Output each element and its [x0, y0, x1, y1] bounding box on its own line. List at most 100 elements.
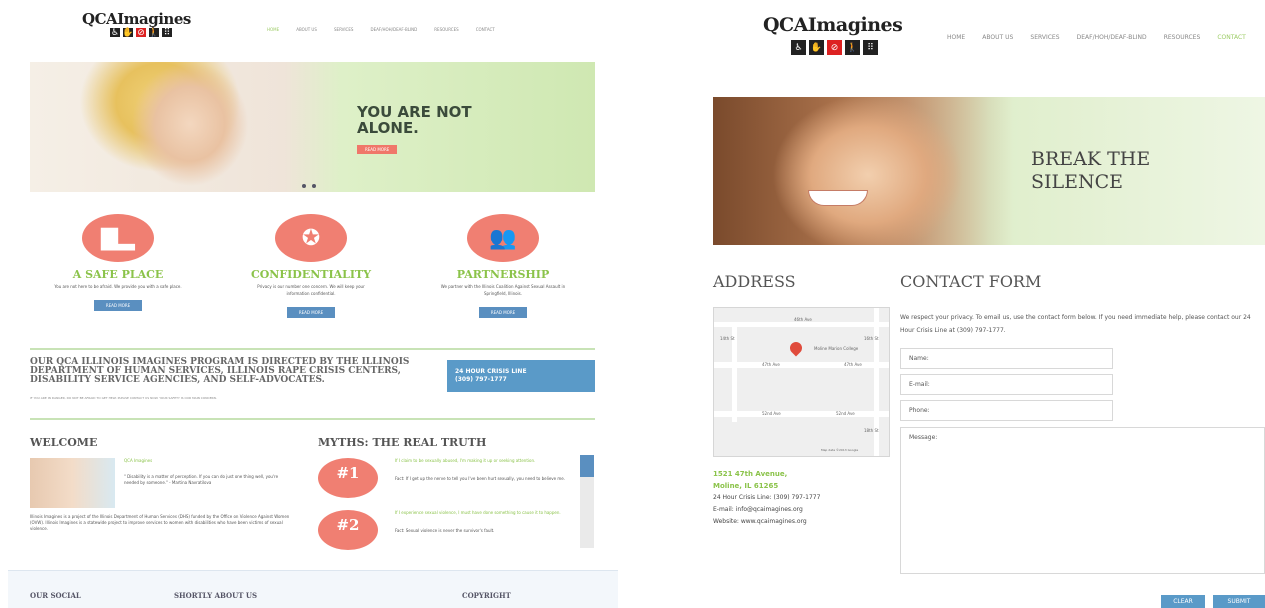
site-logo[interactable]: QCAImagines ♿ ✋ ⊘ 🚶 ⠿ [745, 8, 915, 60]
map-street-label: 47th Ave [844, 362, 862, 367]
hero-title: BREAK THE SILENCE [1031, 148, 1150, 194]
braille-icon: ⠿ [863, 40, 878, 55]
feature-safe-place: ▇▂ A SAFE PLACE You are not here to be a… [23, 214, 213, 311]
hero-title-line2: SILENCE [1031, 171, 1124, 193]
footer-social-title: OUR SOCIAL [30, 591, 81, 600]
myth-text: If I claim to be sexually abused, I'm ma… [395, 458, 536, 463]
myth-badge: #1 [318, 458, 378, 498]
map-street-label: 46th Ave [794, 317, 812, 322]
blind-walker-icon: 🚶 [845, 40, 860, 55]
welcome-body: Illinois Imagines is a project of the Il… [30, 514, 290, 531]
feature-title: PARTNERSHIP [456, 268, 550, 281]
nav-contact[interactable]: Contact [476, 27, 495, 32]
map-place-label: Moline Marion College [814, 346, 859, 351]
address-email[interactable]: E-mail: info@qcaimagines.org [713, 504, 820, 516]
hero-photo-smile [808, 190, 868, 206]
logo-text: QCAImagines [763, 14, 903, 36]
myth-number: #1 [336, 464, 360, 482]
hero-title-line1: YOU ARE NOT [357, 103, 472, 121]
map-street-label: 47th Ave [762, 362, 780, 367]
map-street-label: 16th St [864, 336, 879, 341]
name-field[interactable]: Name: [900, 348, 1113, 369]
welcome-quote: " Disability is a matter of perception. … [124, 474, 279, 485]
accessibility-icons: ♿ ✋ ⊘ 🚶 ⠿ [110, 27, 172, 38]
crisis-line-number: (309) 797-1777 [455, 376, 507, 383]
feature-confidentiality: ✪ CONFIDENTIALITY Privacy is our number … [216, 214, 406, 318]
sign-language-icon: ✋ [122, 27, 134, 38]
no-hearing-icon: ⊘ [827, 40, 842, 55]
myth-number: #2 [336, 516, 360, 534]
welcome-author[interactable]: QCA Imagines [124, 458, 152, 464]
myths-title: MYTHS: THE REAL TRUTH [318, 436, 487, 449]
hero-photo [713, 97, 1013, 245]
bar-chart-icon: ▇▂ [82, 214, 154, 262]
main-nav: Home About Us Services Deaf/HOH/Deaf-Bli… [255, 16, 495, 35]
feature-text: Privacy is our number one concern. We wi… [257, 284, 365, 296]
feature-read-more-button[interactable]: READ MORE [286, 307, 336, 318]
map-pin-icon[interactable] [787, 339, 805, 357]
myth-text: If I experience sexual violence, I must … [395, 510, 561, 515]
hero-title-line1: BREAK THE [1031, 148, 1151, 170]
feature-read-more-button[interactable]: READ MORE [478, 307, 528, 318]
braille-icon: ⠿ [162, 27, 172, 38]
clear-button[interactable]: CLEAR [1161, 595, 1205, 608]
feature-text: We partner with the Illinois Coalition A… [440, 284, 566, 296]
wheelchair-icon: ♿ [110, 27, 120, 38]
map-attribution: Map data ©2013 Google [821, 448, 859, 452]
wheelchair-icon: ♿ [791, 40, 806, 55]
site-logo[interactable]: QCAImagines ♿ ✋ ⊘ 🚶 ⠿ [62, 8, 232, 42]
logo-text: QCAImagines [82, 10, 191, 28]
feature-partnership: 👥 PARTNERSHIP We partner with the Illino… [408, 214, 598, 318]
nav-about[interactable]: About Us [296, 27, 317, 32]
myths-scrollbar[interactable] [580, 455, 594, 548]
address-block: 1521 47th Avenue, Moline, IL 61265 24 Ho… [713, 468, 820, 528]
welcome-photo [30, 458, 115, 508]
contact-page-screenshot: QCAImagines ♿ ✋ ⊘ 🚶 ⠿ HOME ABOUT US SERV… [630, 0, 1265, 608]
nav-deaf[interactable]: DEAF/HOH/DEAF-BLIND [1077, 34, 1147, 41]
people-group-icon: 👥 [467, 214, 539, 262]
sign-language-icon: ✋ [809, 40, 824, 55]
address-title: ADDRESS [713, 272, 796, 291]
map-street-label: 14th St [720, 336, 735, 341]
award-ribbon-icon: ✪ [275, 214, 347, 262]
contact-form-title: CONTACT FORM [900, 272, 1042, 291]
email-field[interactable]: E-mail: [900, 374, 1113, 395]
nav-about[interactable]: ABOUT US [982, 34, 1013, 41]
blind-walker-icon: 🚶 [148, 27, 160, 38]
welcome-title: WELCOME [30, 436, 98, 449]
program-heading: OUR QCA ILLINOIS IMAGINES PROGRAM IS DIR… [30, 357, 410, 385]
map-road [714, 411, 889, 417]
address-website[interactable]: Website: www.qcaimagines.org [713, 516, 820, 528]
footer-copyright-title: COPYRIGHT [462, 591, 511, 600]
hero-read-more-button[interactable]: READ MORE [357, 145, 398, 154]
hero-photo [40, 62, 310, 192]
nav-home[interactable]: HOME [947, 34, 965, 41]
message-field[interactable]: Message: [900, 427, 1265, 574]
accessibility-icons: ♿ ✋ ⊘ 🚶 ⠿ [791, 40, 878, 55]
address-line1: 1521 47th Avenue, [713, 470, 788, 478]
map-road [874, 308, 879, 456]
slider-dots[interactable] [302, 173, 322, 192]
map-street-label: 18th St [864, 428, 879, 433]
nav-contact[interactable]: CONTACT [1217, 34, 1245, 41]
crisis-line-box[interactable]: 24 HOUR CRISIS LINE (309) 797-1777 [447, 360, 595, 392]
slider-dot[interactable] [312, 184, 316, 188]
nav-resources[interactable]: Resources [434, 27, 458, 32]
submit-button[interactable]: SUBMIT [1213, 595, 1265, 608]
slider-dot[interactable] [302, 184, 306, 188]
nav-home[interactable]: Home [267, 27, 279, 32]
nav-services[interactable]: SERVICES [1030, 34, 1059, 41]
nav-deaf[interactable]: Deaf/HOH/Deaf-Blind [371, 27, 418, 32]
address-line2: Moline, IL 61265 [713, 482, 779, 490]
privacy-note: We respect your privacy. To email us, us… [900, 314, 1251, 334]
hero-title-line2: ALONE. [357, 119, 419, 137]
footer: OUR SOCIAL SHORTLY ABOUT US COPYRIGHT [8, 570, 618, 608]
nav-resources[interactable]: RESOURCES [1164, 34, 1201, 41]
map-street-label: 52nd Ave [836, 411, 855, 416]
map-road [714, 362, 889, 368]
phone-field[interactable]: Phone: [900, 400, 1113, 421]
location-map[interactable]: 46th Ave 47th Ave 47th Ave 52nd Ave 52nd… [713, 307, 890, 457]
feature-read-more-button[interactable]: READ MORE [93, 300, 143, 311]
nav-services[interactable]: Services [334, 27, 353, 32]
scrollbar-thumb[interactable] [580, 455, 594, 477]
